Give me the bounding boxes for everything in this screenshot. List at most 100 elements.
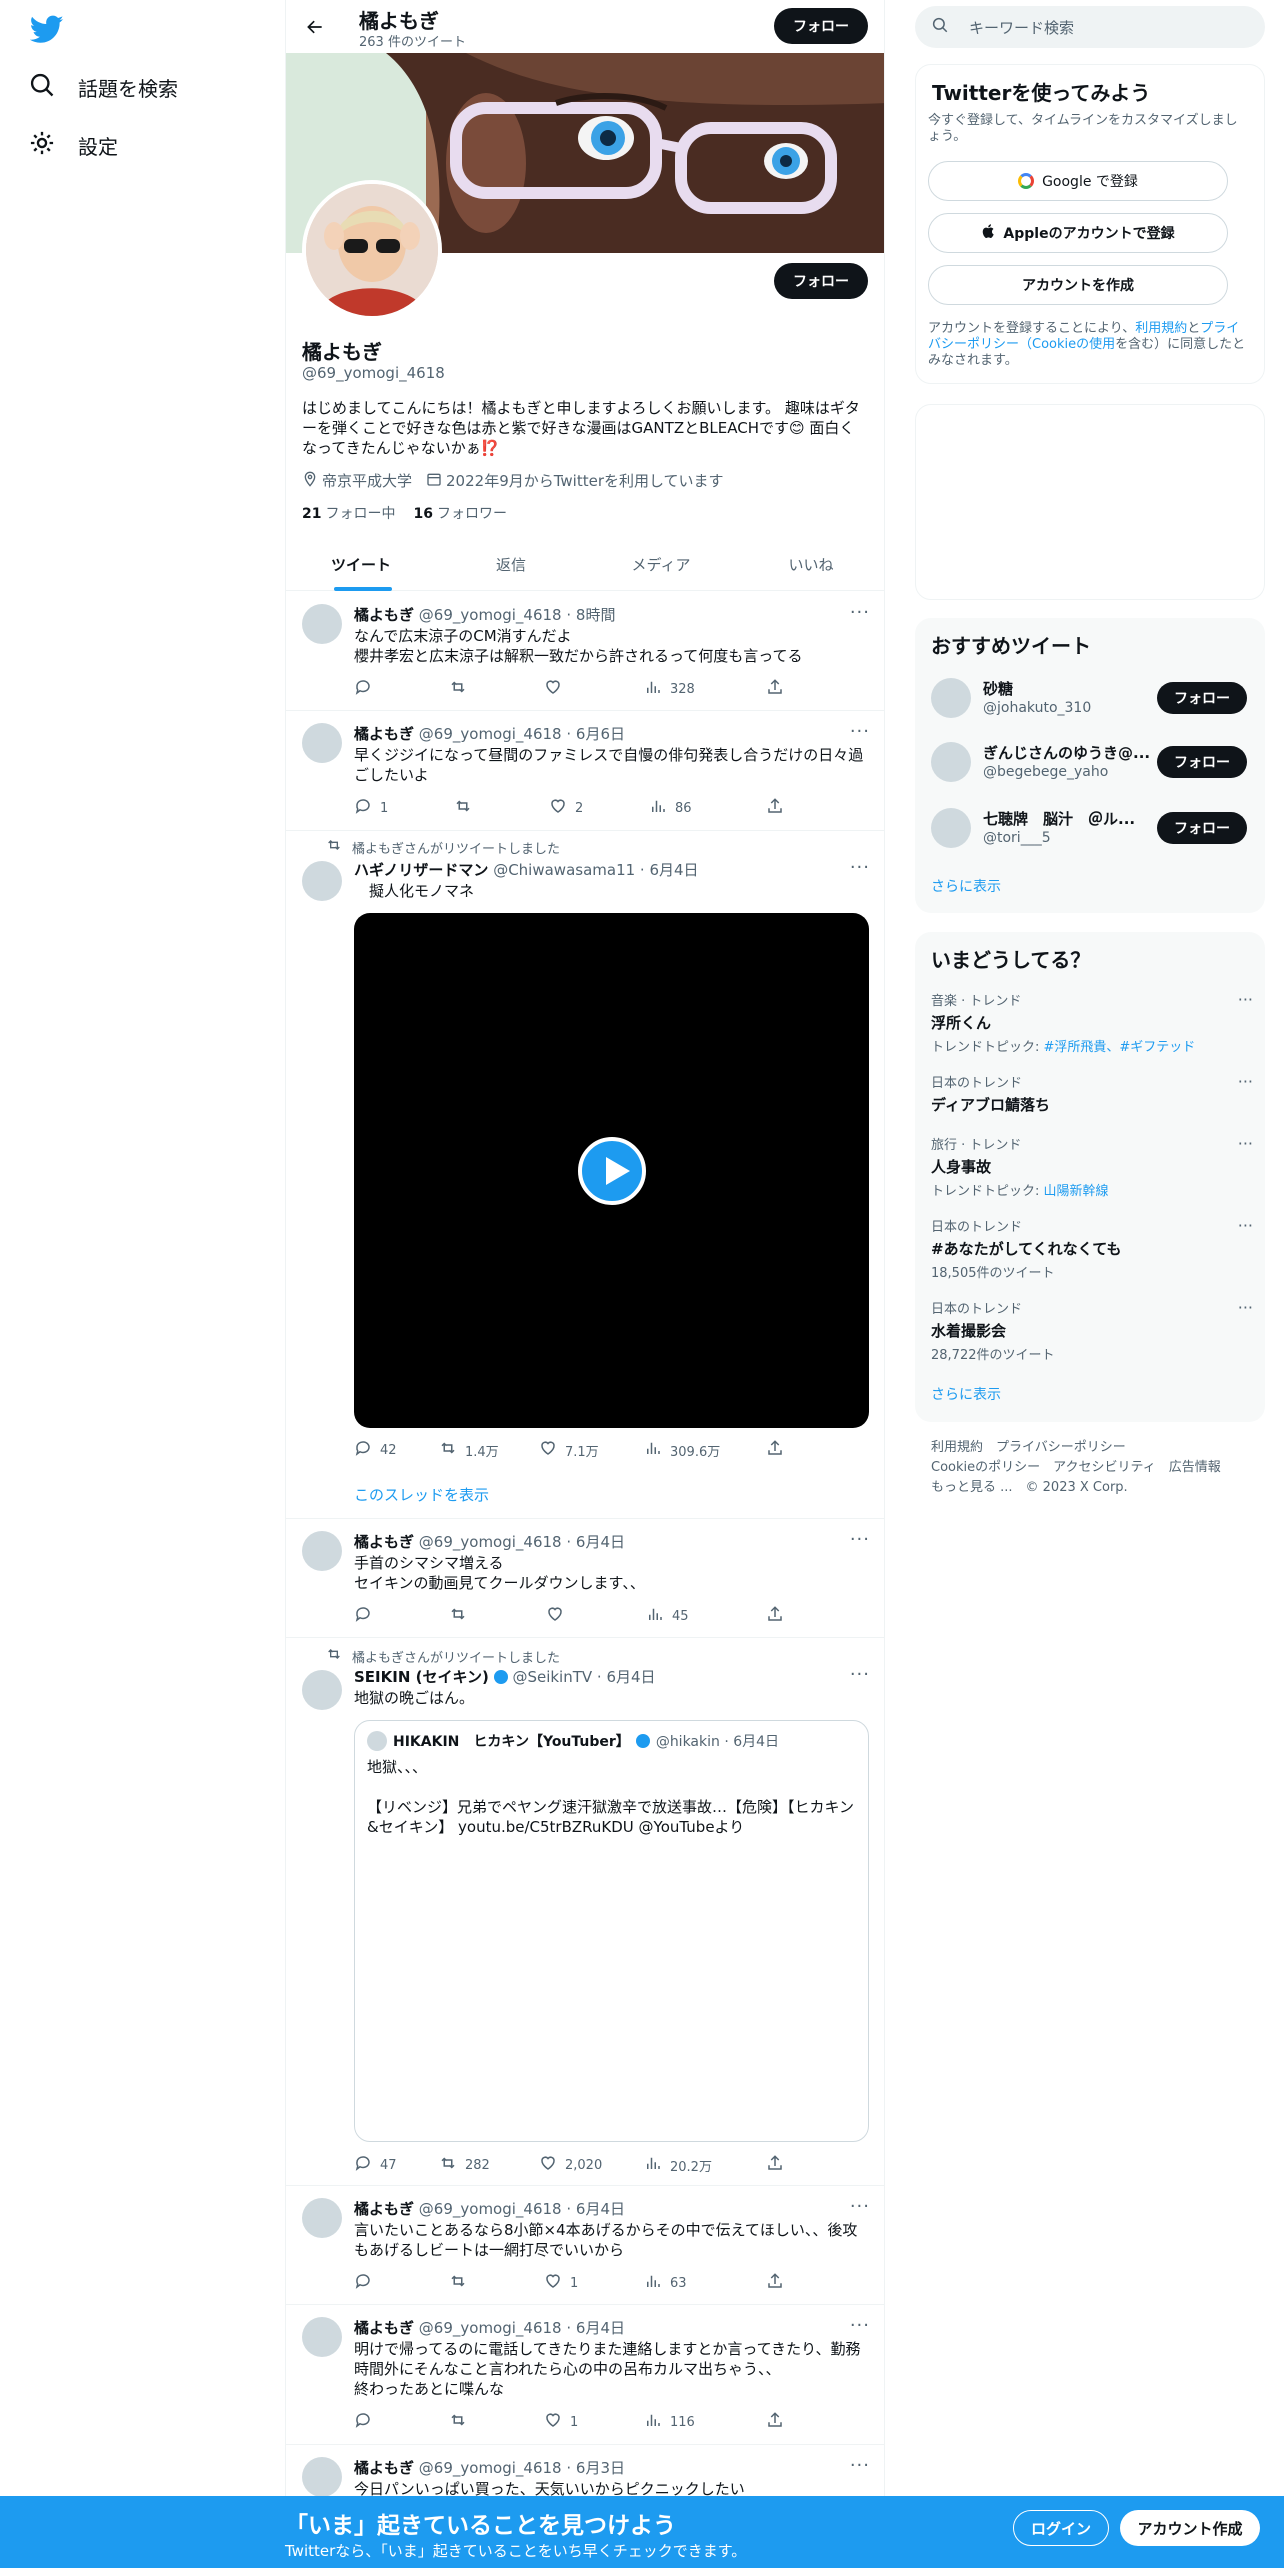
search-bar[interactable]: キーワード検索 xyxy=(915,6,1265,48)
profile-follow-button[interactable]: フォロー xyxy=(774,263,868,299)
tweet-avatar[interactable] xyxy=(302,604,342,644)
play-icon[interactable] xyxy=(577,1136,646,1205)
more-icon[interactable]: ··· xyxy=(850,2455,870,2476)
views-button[interactable]: 309.6万 xyxy=(644,1439,720,1461)
tweet-avatar[interactable] xyxy=(302,1670,342,1710)
trend-item[interactable]: 日本のトレンド #あなたがしてくれなくても 18,505件のツイート ··· xyxy=(931,1216,1253,1281)
followers-link[interactable]: 16 フォロワー xyxy=(413,503,506,523)
tweet-avatar[interactable] xyxy=(302,2317,342,2357)
login-button[interactable]: ログイン xyxy=(1013,2510,1109,2546)
reply-button[interactable] xyxy=(354,1605,380,1627)
show-more-link[interactable]: さらに表示 xyxy=(931,1384,1001,1404)
more-icon[interactable]: ··· xyxy=(850,857,870,878)
tab-media[interactable]: メディア xyxy=(586,538,736,591)
views-button[interactable]: 63 xyxy=(644,2272,687,2294)
like-button[interactable] xyxy=(546,1605,572,1627)
google-signup-button[interactable]: Google で登録 xyxy=(928,161,1228,201)
reply-button[interactable] xyxy=(354,2411,380,2433)
like-button[interactable]: 2,020 xyxy=(539,2154,602,2176)
back-arrow-icon[interactable] xyxy=(300,12,330,42)
tweet-avatar[interactable] xyxy=(302,1531,342,1571)
more-icon[interactable]: ··· xyxy=(850,721,870,742)
like-button[interactable] xyxy=(544,678,570,700)
retweet-button[interactable] xyxy=(454,797,480,819)
signup-button[interactable]: アカウント作成 xyxy=(1120,2510,1260,2546)
tweet-avatar[interactable] xyxy=(302,723,342,763)
tweet[interactable]: 橘よもぎ @69_yomogi_4618 · 6月4日 ··· 言いたいことある… xyxy=(286,2186,884,2305)
recommended-user[interactable]: 砂糖 @johakuto_310 フォロー xyxy=(931,674,1251,722)
trend-item[interactable]: 旅行 · トレンド 人身事故 トレンドトピック: 山陽新幹線 ··· xyxy=(931,1134,1253,1199)
views-button[interactable]: 20.2万 xyxy=(644,2154,712,2176)
terms-link[interactable]: 利用規約 xyxy=(1135,321,1187,336)
header-follow-button[interactable]: フォロー xyxy=(774,8,868,44)
tweet[interactable]: 橘よもぎ @69_yomogi_4618 · 6月4日 ··· 明けで帰ってるの… xyxy=(286,2305,884,2445)
tweet[interactable]: 橘よもぎさんがリツイートしました ハギノリザードマン @Chiwawasama1… xyxy=(286,831,884,1519)
reply-button[interactable] xyxy=(354,678,380,700)
share-button[interactable] xyxy=(766,2272,784,2294)
retweet-button[interactable]: 1.4万 xyxy=(439,1439,499,1461)
nav-explore[interactable]: 話題を検索 xyxy=(28,62,178,112)
avatar[interactable] xyxy=(931,678,971,718)
avatar[interactable] xyxy=(931,808,971,848)
more-icon[interactable]: ··· xyxy=(1238,1216,1253,1235)
tab-tweets[interactable]: ツイート xyxy=(286,538,436,591)
tweet[interactable]: 橘よもぎさんがリツイートしました SEIKIN (セイキン) @SeikinTV… xyxy=(286,1638,884,2186)
share-button[interactable] xyxy=(766,678,784,700)
reply-button[interactable]: 47 xyxy=(354,2154,397,2176)
show-more-link[interactable]: さらに表示 xyxy=(931,876,1001,896)
more-icon[interactable]: ··· xyxy=(1238,990,1253,1009)
footer-line[interactable]: もっと見る ... © 2023 X Corp. xyxy=(931,1478,1251,1498)
footer-line[interactable]: Cookieのポリシー アクセシビリティ 広告情報 xyxy=(931,1458,1251,1478)
profile-avatar[interactable] xyxy=(302,180,442,320)
footer-line[interactable]: 利用規約 プライバシーポリシー xyxy=(931,1438,1251,1458)
tweet[interactable]: 橘よもぎ @69_yomogi_4618 · 8時間 ··· なんで広末涼子のC… xyxy=(286,592,884,711)
retweet-button[interactable] xyxy=(449,2272,475,2294)
search-input[interactable]: キーワード検索 xyxy=(969,17,1074,38)
follow-button[interactable]: フォロー xyxy=(1157,682,1247,714)
share-button[interactable] xyxy=(766,1605,784,1627)
tweet-avatar[interactable] xyxy=(302,2457,342,2497)
like-button[interactable]: 7.1万 xyxy=(539,1439,599,1461)
more-icon[interactable]: ··· xyxy=(1238,1298,1253,1317)
share-button[interactable] xyxy=(766,797,784,819)
reply-button[interactable] xyxy=(354,2272,380,2294)
like-button[interactable]: 2 xyxy=(549,797,583,819)
tweet-avatar[interactable] xyxy=(302,2198,342,2238)
avatar[interactable] xyxy=(931,742,971,782)
reply-button[interactable]: 42 xyxy=(354,1439,397,1461)
retweet-button[interactable] xyxy=(449,1605,475,1627)
share-button[interactable] xyxy=(766,2154,784,2176)
more-icon[interactable]: ··· xyxy=(1238,1072,1253,1091)
tab-replies[interactable]: 返信 xyxy=(436,538,586,591)
views-button[interactable]: 116 xyxy=(644,2411,695,2433)
more-icon[interactable]: ··· xyxy=(850,2315,870,2336)
more-icon[interactable]: ··· xyxy=(850,602,870,623)
following-link[interactable]: 21 フォロー中 xyxy=(302,503,395,523)
like-button[interactable]: 1 xyxy=(544,2411,578,2433)
create-account-button[interactable]: アカウントを作成 xyxy=(928,265,1228,305)
twitter-bird-icon[interactable] xyxy=(29,12,64,46)
views-button[interactable]: 328 xyxy=(644,678,695,700)
tab-likes[interactable]: いいね xyxy=(736,538,884,591)
retweet-button[interactable] xyxy=(449,2411,475,2433)
retweet-button[interactable] xyxy=(449,678,475,700)
reply-button[interactable]: 1 xyxy=(354,797,388,819)
tweet[interactable]: 橘よもぎ @69_yomogi_4618 · 6月4日 ··· 手首のシマシマ増… xyxy=(286,1519,884,1638)
views-button[interactable]: 45 xyxy=(646,1605,689,1627)
follow-button[interactable]: フォロー xyxy=(1157,746,1247,778)
show-thread-link[interactable]: このスレッドを表示 xyxy=(354,1485,869,1505)
tweet[interactable]: 橘よもぎ @69_yomogi_4618 · 6月6日 ··· 早くジジイになっ… xyxy=(286,711,884,831)
views-button[interactable]: 86 xyxy=(649,797,692,819)
tweet-avatar[interactable] xyxy=(302,861,342,901)
more-icon[interactable]: ··· xyxy=(850,2196,870,2217)
recommended-user[interactable]: 七聴牌 脳汁 ＠ル... @tori___5 フォロー xyxy=(931,804,1251,852)
share-button[interactable] xyxy=(766,2411,784,2433)
share-button[interactable] xyxy=(766,1439,784,1461)
tweet-video[interactable] xyxy=(354,913,869,1428)
trend-item[interactable]: 日本のトレンド ディアブロ鯖落ち ··· xyxy=(931,1072,1253,1115)
more-icon[interactable]: ··· xyxy=(1238,1134,1253,1153)
trend-item[interactable]: 日本のトレンド 水着撮影会 28,722件のツイート ··· xyxy=(931,1298,1253,1363)
quoted-tweet[interactable]: HIKAKIN ヒカキン【YouTuber】 @hikakin · 6月4日 地… xyxy=(354,1720,869,2142)
more-icon[interactable]: ··· xyxy=(850,1664,870,1685)
apple-signup-button[interactable]: Appleのアカウントで登録 xyxy=(928,213,1228,253)
